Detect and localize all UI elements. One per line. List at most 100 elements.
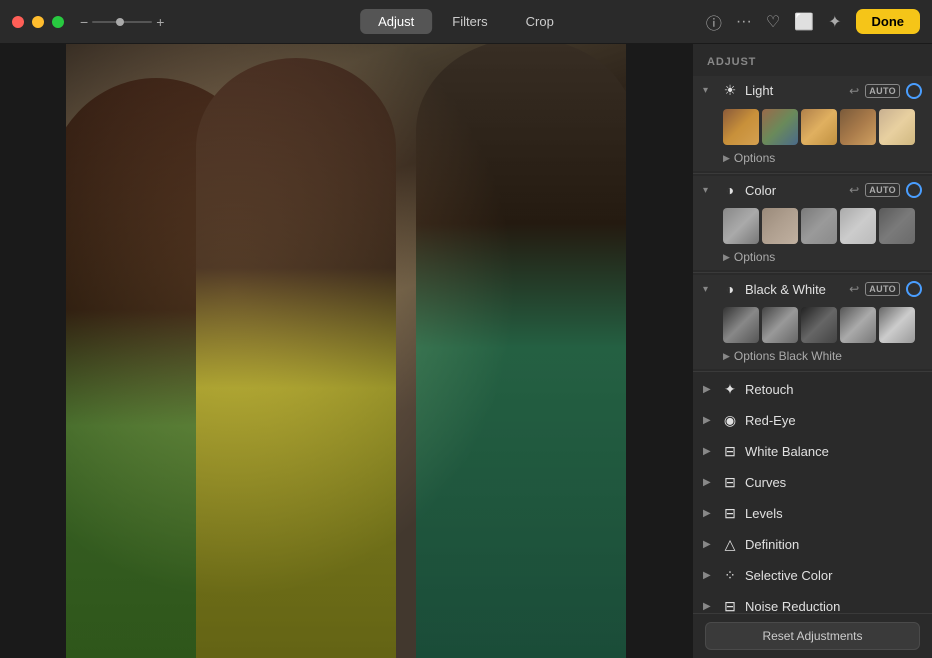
- wb-icon: ⊟: [721, 443, 739, 460]
- thumb-light-1[interactable]: [723, 109, 759, 145]
- row-redeye[interactable]: ▶ ◉ Red-Eye: [693, 405, 932, 436]
- row-retouch[interactable]: ▶ ✦ Retouch: [693, 374, 932, 405]
- row-levels[interactable]: ▶ ⊟ Levels: [693, 498, 932, 529]
- bw-options-label: Options Black White: [734, 349, 842, 363]
- thumb-color-4[interactable]: [840, 208, 876, 244]
- row-definition[interactable]: ▶ △ Definition: [693, 529, 932, 560]
- thumb-bw-5[interactable]: [879, 307, 915, 343]
- options-chevron-bw-icon: ▶: [723, 351, 730, 362]
- levels-label: Levels: [745, 506, 922, 521]
- undo-color-icon[interactable]: ↩: [849, 183, 859, 197]
- chevron-definition-icon: ▶: [703, 539, 715, 550]
- row-white-balance[interactable]: ▶ ⊟ White Balance: [693, 436, 932, 467]
- undo-bw-icon[interactable]: ↩: [849, 282, 859, 296]
- redeye-icon: ◉: [721, 412, 739, 429]
- color-actions: ↩ AUTO: [849, 182, 922, 198]
- thumb-bw-4[interactable]: [840, 307, 876, 343]
- chevron-wb-icon: ▶: [703, 446, 715, 457]
- bw-icon: ◑: [721, 281, 739, 297]
- light-options-row[interactable]: ▶ Options: [693, 149, 932, 171]
- retouch-icon: ✦: [721, 381, 739, 398]
- levels-icon: ⊟: [721, 505, 739, 522]
- crop-icon[interactable]: ⬜: [794, 12, 814, 32]
- done-button[interactable]: Done: [856, 9, 921, 34]
- section-color: ▾ ◑ Color ↩ AUTO ▶: [693, 176, 932, 270]
- chevron-redeye-icon: ▶: [703, 415, 715, 426]
- selective-color-icon: ⁘: [721, 567, 739, 584]
- chevron-down-icon: ▾: [703, 85, 715, 96]
- redeye-label: Red-Eye: [745, 413, 922, 428]
- reset-adjustments-button[interactable]: Reset Adjustments: [705, 622, 920, 650]
- bw-options-row[interactable]: ▶ Options Black White: [693, 347, 932, 369]
- curves-icon: ⊟: [721, 474, 739, 491]
- titlebar: − + Adjust Filters Crop ⓘ ··· ♡ ⬜ ✦ Done: [0, 0, 932, 44]
- zoom-control: − +: [80, 14, 164, 30]
- section-header-bw[interactable]: ▾ ◑ Black & White ↩ AUTO: [693, 275, 932, 303]
- light-icon: ☀: [721, 82, 739, 99]
- bw-label: Black & White: [745, 282, 843, 297]
- options-chevron-icon: ▶: [723, 153, 730, 164]
- section-bw: ▾ ◑ Black & White ↩ AUTO: [693, 275, 932, 369]
- chevron-retouch-icon: ▶: [703, 384, 715, 395]
- color-options-label: Options: [734, 250, 775, 264]
- zoom-in-button[interactable]: +: [156, 14, 164, 30]
- light-thumbnails: [693, 105, 932, 149]
- wb-label: White Balance: [745, 444, 922, 459]
- photo-container: [66, 44, 626, 658]
- thumb-color-1[interactable]: [723, 208, 759, 244]
- row-noise[interactable]: ▶ ⊟ Noise Reduction: [693, 591, 932, 613]
- thumb-color-5[interactable]: [879, 208, 915, 244]
- minimize-button[interactable]: [32, 16, 44, 28]
- zoom-out-button[interactable]: −: [80, 14, 88, 30]
- chevron-noise-icon: ▶: [703, 601, 715, 612]
- toggle-bw[interactable]: [906, 281, 922, 297]
- reset-bar: Reset Adjustments: [693, 613, 932, 658]
- color-options-row[interactable]: ▶ Options: [693, 248, 932, 270]
- bw-actions: ↩ AUTO: [849, 281, 922, 297]
- toggle-light[interactable]: [906, 83, 922, 99]
- thumb-bw-3[interactable]: [801, 307, 837, 343]
- chevron-levels-icon: ▶: [703, 508, 715, 519]
- thumb-light-3[interactable]: [801, 109, 837, 145]
- close-button[interactable]: [12, 16, 24, 28]
- auto-badge[interactable]: AUTO: [865, 84, 900, 98]
- curves-label: Curves: [745, 475, 922, 490]
- section-header-color[interactable]: ▾ ◑ Color ↩ AUTO: [693, 176, 932, 204]
- undo-icon[interactable]: ↩: [849, 84, 859, 98]
- selective-color-label: Selective Color: [745, 568, 922, 583]
- magic-icon[interactable]: ✦: [828, 12, 841, 32]
- info-icon[interactable]: ⓘ: [706, 10, 722, 34]
- noise-label: Noise Reduction: [745, 599, 922, 613]
- row-curves[interactable]: ▶ ⊟ Curves: [693, 467, 932, 498]
- thumb-color-2[interactable]: [762, 208, 798, 244]
- thumb-color-3[interactable]: [801, 208, 837, 244]
- row-selective-color[interactable]: ▶ ⁘ Selective Color: [693, 560, 932, 591]
- divider-2: [693, 272, 932, 273]
- thumb-bw-1[interactable]: [723, 307, 759, 343]
- nav-tabs: Adjust Filters Crop: [360, 9, 572, 34]
- thumb-light-4[interactable]: [840, 109, 876, 145]
- fullscreen-button[interactable]: [52, 16, 64, 28]
- color-thumbnails: [693, 204, 932, 248]
- heart-icon[interactable]: ♡: [766, 12, 780, 32]
- noise-icon: ⊟: [721, 598, 739, 613]
- divider-1: [693, 173, 932, 174]
- color-icon: ◑: [721, 182, 739, 198]
- thumb-light-2[interactable]: [762, 109, 798, 145]
- section-header-light[interactable]: ▾ ☀ Light ↩ AUTO: [693, 76, 932, 105]
- tab-adjust[interactable]: Adjust: [360, 9, 432, 34]
- thumb-light-5[interactable]: [879, 109, 915, 145]
- tab-crop[interactable]: Crop: [508, 9, 572, 34]
- tab-filters[interactable]: Filters: [434, 9, 505, 34]
- retouch-label: Retouch: [745, 382, 922, 397]
- chevron-down-icon-bw: ▾: [703, 284, 715, 295]
- zoom-slider[interactable]: [92, 21, 152, 23]
- thumb-bw-2[interactable]: [762, 307, 798, 343]
- auto-badge-bw[interactable]: AUTO: [865, 282, 900, 296]
- photo-overlay: [66, 44, 626, 658]
- toggle-color[interactable]: [906, 182, 922, 198]
- auto-badge-color[interactable]: AUTO: [865, 183, 900, 197]
- more-icon[interactable]: ···: [736, 13, 752, 31]
- bw-thumbnails: [693, 303, 932, 347]
- sidebar-scroll[interactable]: ▾ ☀ Light ↩ AUTO ▶: [693, 76, 932, 613]
